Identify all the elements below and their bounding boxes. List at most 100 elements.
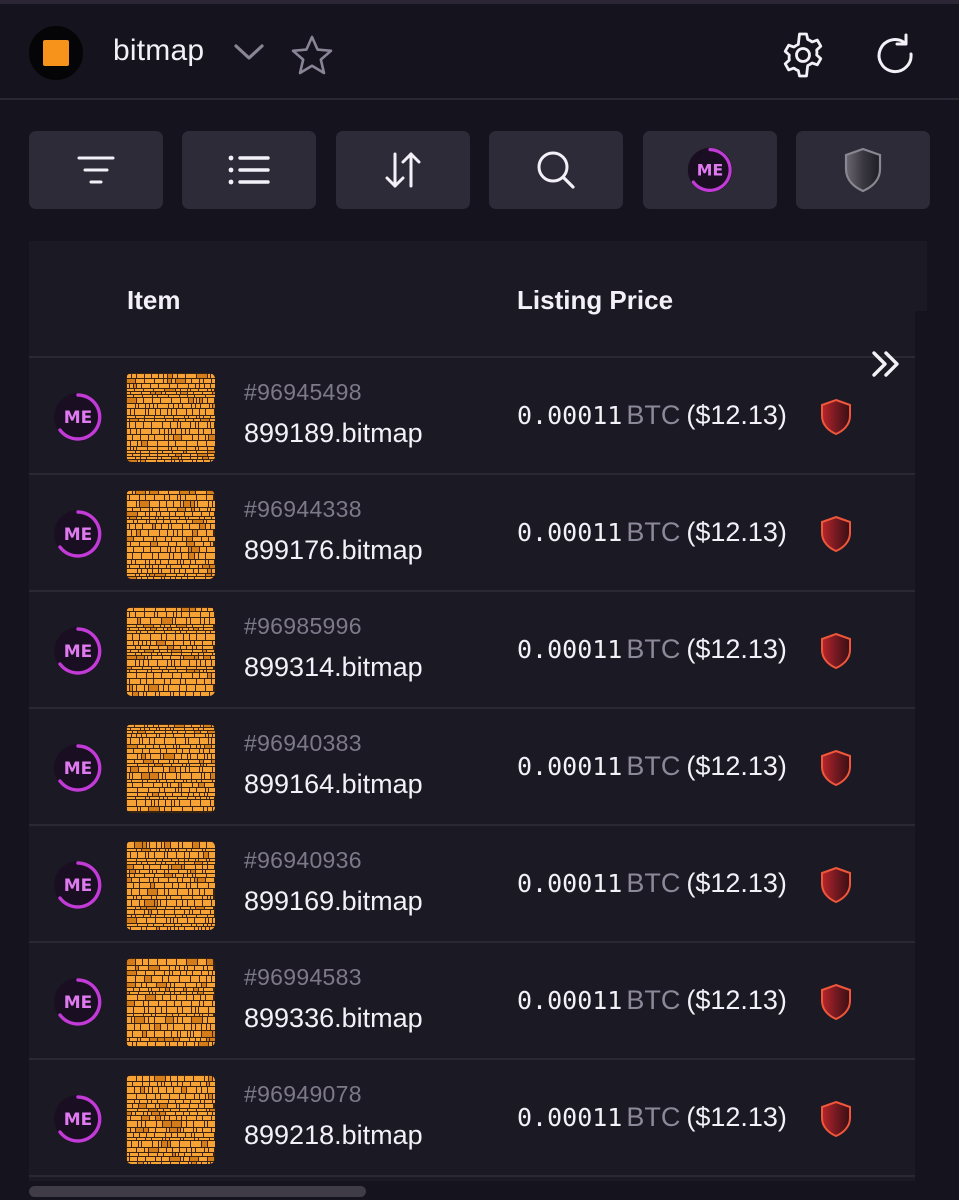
list-view-button[interactable] [182, 131, 316, 209]
verified-filter-button[interactable] [796, 131, 930, 209]
chevron-down-icon[interactable] [232, 40, 266, 64]
expand-columns-icon[interactable] [866, 344, 906, 384]
star-icon[interactable] [290, 34, 334, 76]
price-currency: BTC [626, 1102, 681, 1132]
shield-icon[interactable] [819, 1100, 853, 1138]
search-button[interactable] [489, 131, 623, 209]
magic-eden-icon: ME [54, 861, 102, 909]
table-row[interactable]: ME #96940936 899169.bitmap 0.00011 BTC ($12.1… [29, 826, 915, 943]
bitmap-thumbnail[interactable] [126, 1075, 215, 1164]
table-row[interactable]: ME #96949078 899218.bitmap 0.00011 BTC ($12.1… [29, 1060, 915, 1177]
column-header-listing-price[interactable]: Listing Price [517, 285, 673, 316]
magic-eden-icon: ME [54, 510, 102, 558]
svg-text:ME: ME [64, 642, 93, 662]
price-usd: ($12.13) [686, 517, 787, 547]
bitmap-thumbnail[interactable] [126, 373, 215, 462]
price-amount: 0.00011 [517, 401, 623, 430]
shield-icon[interactable] [819, 866, 853, 904]
shield-icon[interactable] [819, 632, 853, 670]
listing-price: 0.00011 BTC ($12.13) [517, 517, 787, 548]
price-currency: BTC [626, 517, 681, 547]
inscription-number: #96940936 [244, 847, 362, 873]
inscription-number: #96994583 [244, 964, 362, 990]
price-currency: BTC [626, 751, 681, 781]
inscription-number: #96945498 [244, 379, 362, 405]
shield-icon[interactable] [819, 749, 853, 787]
svg-text:ME: ME [64, 408, 93, 428]
table-row[interactable]: ME #96994583 899336.bitmap 0.00011 BTC ($12.1… [29, 943, 915, 1060]
collection-name[interactable]: bitmap [113, 34, 204, 68]
magic-eden-icon: ME [687, 147, 733, 193]
price-usd: ($12.13) [686, 1102, 787, 1132]
listings-table: Item Listing Price ME #96945498 899189.bit… [29, 241, 915, 1181]
table-header: Item Listing Price [29, 241, 915, 358]
filter-button[interactable] [29, 131, 163, 209]
listing-price: 0.00011 BTC ($12.13) [517, 634, 787, 665]
price-usd: ($12.13) [686, 868, 787, 898]
price-amount: 0.00011 [517, 1103, 623, 1132]
item-name[interactable]: 899169.bitmap [244, 886, 423, 917]
item-name[interactable]: 899218.bitmap [244, 1120, 423, 1151]
inscription-number: #96985996 [244, 613, 362, 639]
svg-text:ME: ME [64, 876, 93, 896]
search-icon [537, 151, 575, 189]
collection-header: bitmap [0, 4, 959, 100]
listing-price: 0.00011 BTC ($12.13) [517, 868, 787, 899]
bitmap-thumbnail[interactable] [126, 607, 215, 696]
price-usd: ($12.13) [686, 751, 787, 781]
shield-icon[interactable] [819, 983, 853, 1021]
table-row[interactable]: ME #96944338 899176.bitmap 0.00011 BTC ($12.1… [29, 475, 915, 592]
vertical-scrollbar[interactable] [915, 241, 927, 311]
item-name[interactable]: 899176.bitmap [244, 535, 423, 566]
collection-logo[interactable] [29, 26, 83, 80]
shield-icon[interactable] [819, 398, 853, 436]
price-usd: ($12.13) [686, 400, 787, 430]
magic-eden-icon: ME [54, 744, 102, 792]
magic-eden-icon: ME [54, 1095, 102, 1143]
price-amount: 0.00011 [517, 635, 623, 664]
magic-eden-filter-button[interactable]: ME [643, 131, 777, 209]
bitmap-thumbnail[interactable] [126, 841, 215, 930]
bitmap-thumbnail[interactable] [126, 490, 215, 579]
item-name[interactable]: 899336.bitmap [244, 1003, 423, 1034]
price-currency: BTC [626, 985, 681, 1015]
price-usd: ($12.13) [686, 985, 787, 1015]
listing-price: 0.00011 BTC ($12.13) [517, 400, 787, 431]
svg-text:ME: ME [64, 993, 93, 1013]
price-amount: 0.00011 [517, 518, 623, 547]
gear-icon[interactable] [778, 30, 828, 80]
price-currency: BTC [626, 868, 681, 898]
shield-icon[interactable] [819, 515, 853, 553]
magic-eden-icon: ME [54, 393, 102, 441]
item-name[interactable]: 899189.bitmap [244, 418, 423, 449]
price-currency: BTC [626, 400, 681, 430]
magic-eden-icon: ME [54, 978, 102, 1026]
listing-price: 0.00011 BTC ($12.13) [517, 751, 787, 782]
horizontal-scrollbar-thumb[interactable] [29, 1186, 366, 1197]
table-row[interactable]: ME #96945498 899189.bitmap 0.00011 BTC ($12.1… [29, 358, 915, 475]
refresh-icon[interactable] [872, 32, 920, 80]
price-amount: 0.00011 [517, 752, 623, 781]
svg-text:ME: ME [697, 161, 723, 180]
column-header-item[interactable]: Item [127, 285, 180, 316]
listing-price: 0.00011 BTC ($12.13) [517, 985, 787, 1016]
inscription-number: #96944338 [244, 496, 362, 522]
svg-text:ME: ME [64, 1110, 93, 1130]
shield-icon [844, 147, 882, 193]
sort-icon [385, 152, 421, 188]
inscription-number: #96949078 [244, 1081, 362, 1107]
bitmap-thumbnail[interactable] [126, 724, 215, 813]
item-name[interactable]: 899314.bitmap [244, 652, 423, 683]
sort-button[interactable] [336, 131, 470, 209]
svg-text:ME: ME [64, 525, 93, 545]
item-name[interactable]: 899164.bitmap [244, 769, 423, 800]
table-row[interactable]: ME #96940383 899164.bitmap 0.00011 BTC ($12.1… [29, 709, 915, 826]
bitmap-thumbnail[interactable] [126, 958, 215, 1047]
inscription-number: #96940383 [244, 730, 362, 756]
table-row[interactable]: ME #96985996 899314.bitmap 0.00011 BTC ($12.1… [29, 592, 915, 709]
price-amount: 0.00011 [517, 869, 623, 898]
app-frame: bitmap ME Item Listing Price ME #9694549… [0, 0, 959, 1200]
filter-icon [77, 156, 115, 184]
price-usd: ($12.13) [686, 634, 787, 664]
toolbar: ME [29, 131, 930, 209]
